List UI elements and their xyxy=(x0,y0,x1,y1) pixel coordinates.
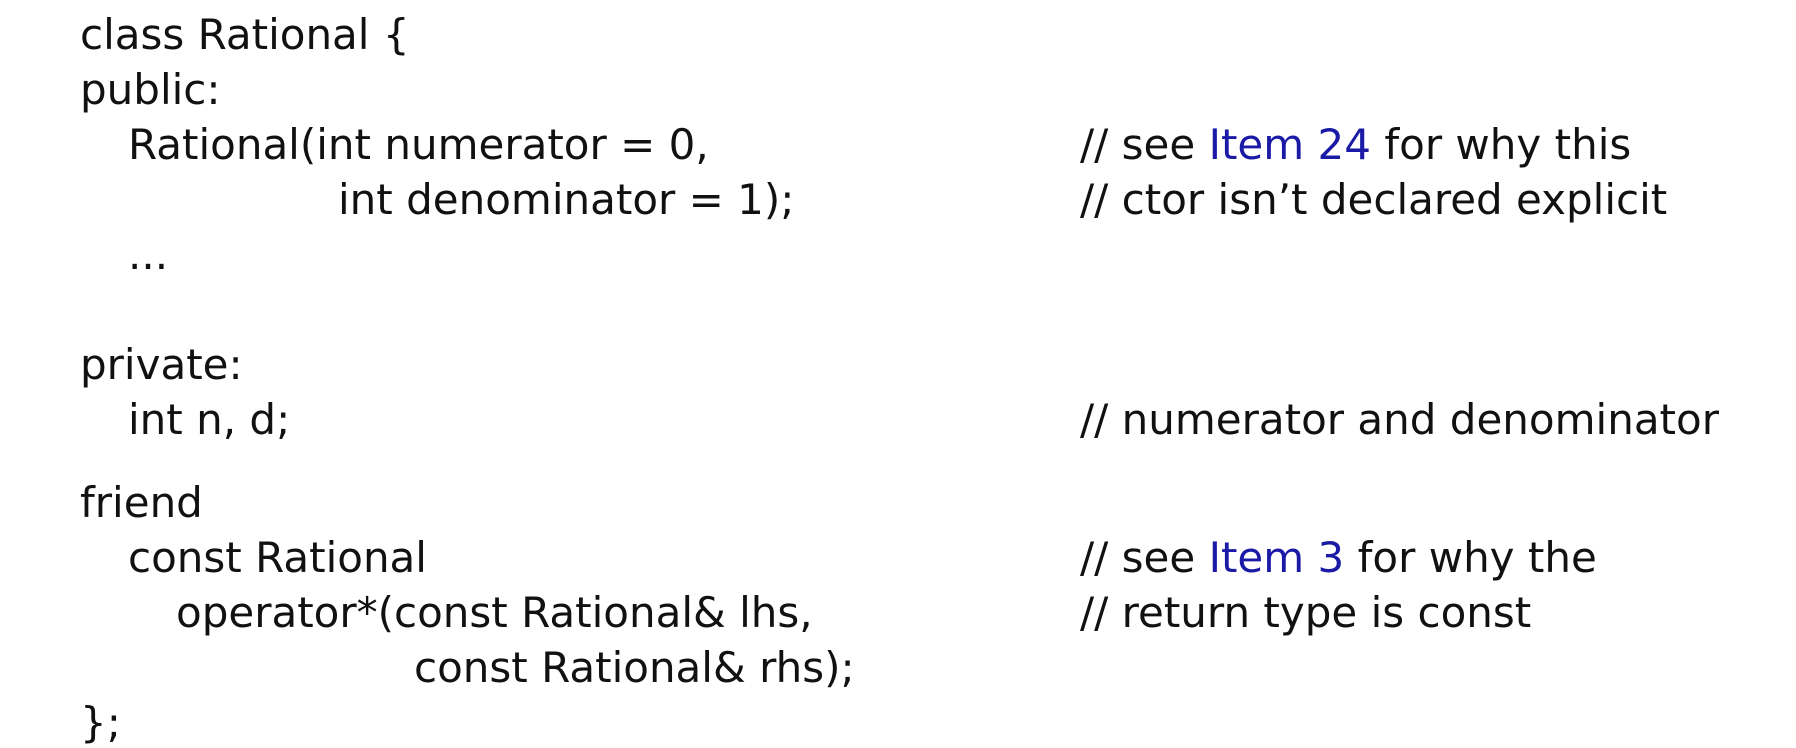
comment-return-const: // return type is const xyxy=(1080,588,1532,637)
code-line-return-type: const Rational xyxy=(128,533,427,582)
code-line-operator-param: const Rational& rhs); xyxy=(414,643,855,692)
comment-ctor-explicit: // ctor isn’t declared explicit xyxy=(1080,175,1668,224)
comment-prefix: // see xyxy=(1080,533,1209,582)
code-line-class-declaration: class Rational { xyxy=(80,10,410,59)
code-line-public-label: public: xyxy=(80,65,221,114)
comment-suffix: for why this xyxy=(1370,120,1632,169)
code-line-constructor-param: int denominator = 1); xyxy=(338,175,795,224)
item-24-link[interactable]: Item 24 xyxy=(1209,120,1371,169)
comment-see-item-24: // see Item 24 for why this xyxy=(1080,124,1631,166)
comment-prefix: // see xyxy=(1080,120,1209,169)
code-line-friend: friend xyxy=(80,478,203,527)
code-line-members: int n, d; xyxy=(128,395,291,444)
code-line-class-end: }; xyxy=(80,698,121,747)
item-3-link[interactable]: Item 3 xyxy=(1209,533,1345,582)
code-line-private-label: private: xyxy=(80,340,243,389)
code-listing: class Rational { public: Rational(int nu… xyxy=(0,0,1796,748)
comment-see-item-3: // see Item 3 for why the xyxy=(1080,537,1597,579)
code-line-operator: operator*(const Rational& lhs, xyxy=(176,588,813,637)
comment-numerator-denominator: // numerator and denominator xyxy=(1080,395,1719,444)
code-line-constructor: Rational(int numerator = 0, xyxy=(128,120,709,169)
code-line-ellipsis: ... xyxy=(128,230,169,279)
comment-suffix: for why the xyxy=(1344,533,1597,582)
